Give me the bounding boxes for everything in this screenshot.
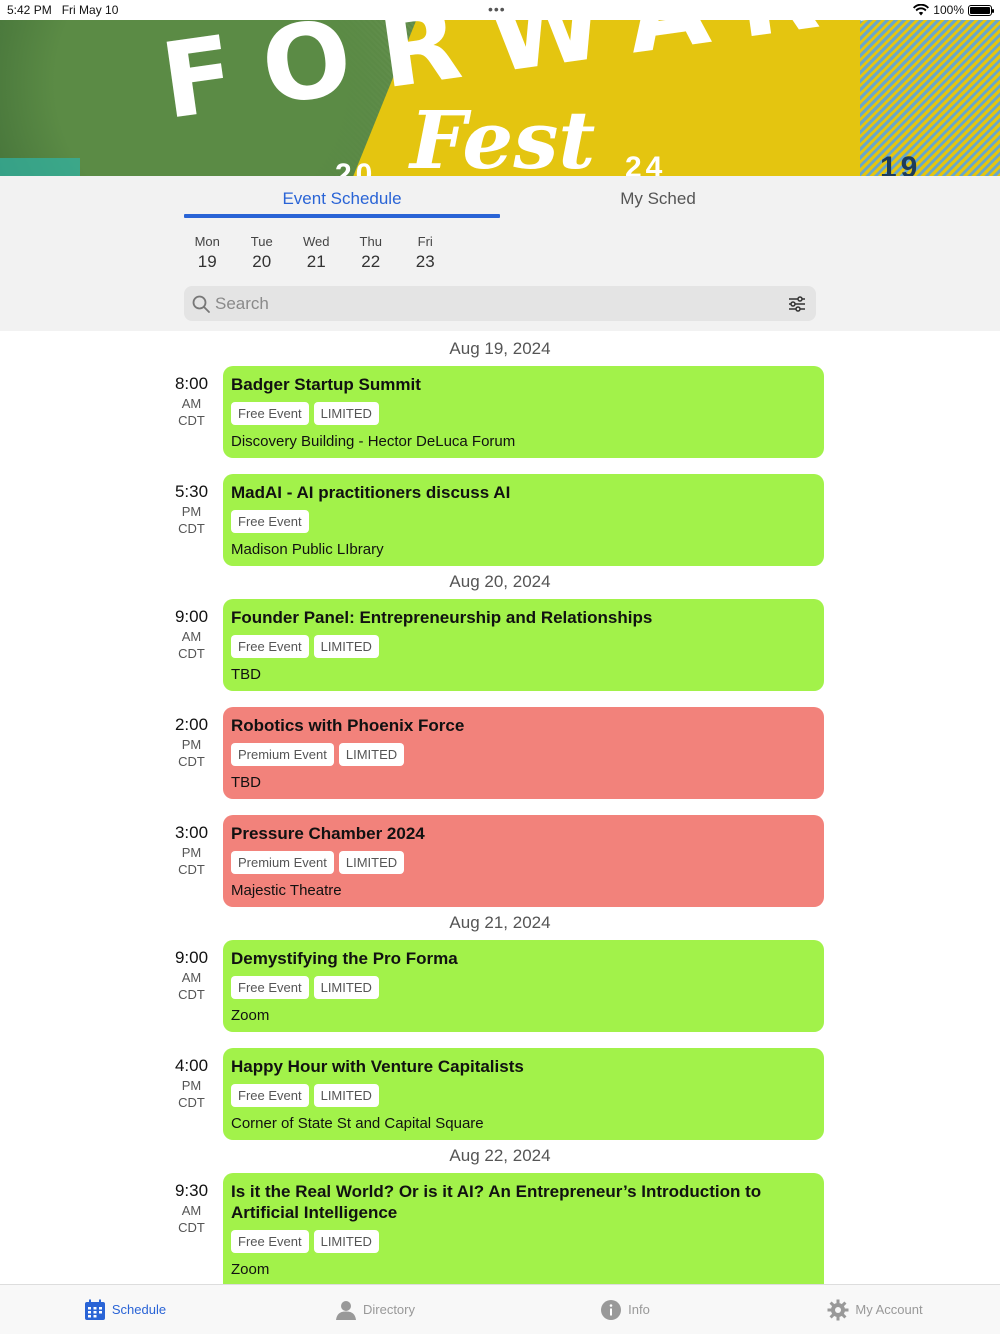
event-row: 5:30 PM CDT MadAI - AI practitioners dis… xyxy=(0,474,1000,582)
banner-year-right: 24 xyxy=(625,151,667,177)
search-icon xyxy=(192,295,210,313)
event-row: 2:00 PM CDT Robotics with Phoenix Force … xyxy=(0,707,1000,815)
info-icon xyxy=(601,1299,622,1320)
banner-year-left: 20 xyxy=(335,158,377,177)
event-time: 8:00 AM CDT xyxy=(174,374,209,428)
event-card[interactable]: Pressure Chamber 2024 Premium Event LIMI… xyxy=(223,815,824,907)
tabbar-label: My Account xyxy=(855,1302,923,1317)
event-time: 9:00 AM CDT xyxy=(174,607,209,661)
banner-fest: Fest xyxy=(410,93,596,176)
event-location: Majestic Theatre xyxy=(231,882,342,899)
event-row: 3:00 PM CDT Pressure Chamber 2024 Premiu… xyxy=(0,815,1000,923)
event-location: Corner of State St and Capital Square xyxy=(231,1115,484,1132)
event-location: Discovery Building - Hector DeLuca Forum xyxy=(231,433,516,450)
event-card[interactable]: Happy Hour with Venture Capitalists Free… xyxy=(223,1048,824,1140)
event-tag: LIMITED xyxy=(313,635,379,658)
event-title: Demystifying the Pro Forma xyxy=(231,949,458,968)
event-tag: LIMITED xyxy=(338,743,405,766)
event-location: Zoom xyxy=(231,1007,270,1024)
day-fri[interactable]: Fri 23 xyxy=(398,234,453,272)
event-location: Madison Public LIbrary xyxy=(231,541,384,558)
event-tag: Free Event xyxy=(231,1230,309,1253)
tabbar-label: Directory xyxy=(362,1302,415,1317)
event-row: 9:00 AM CDT Founder Panel: Entrepreneurs… xyxy=(0,599,1000,707)
schedule-list[interactable]: Aug 19, 2024 8:00 AM CDT Badger Startup … xyxy=(0,331,1000,1284)
event-time: 9:00 AM CDT xyxy=(174,948,209,1002)
event-tag: Premium Event xyxy=(231,743,334,766)
event-time: 2:00 PM CDT xyxy=(174,715,209,769)
banner-number: 19 xyxy=(880,151,922,177)
event-card[interactable]: Badger Startup Summit Free Event LIMITED… xyxy=(223,366,824,458)
event-card[interactable]: Robotics with Phoenix Force Premium Even… xyxy=(223,707,824,799)
day-wed[interactable]: Wed 21 xyxy=(289,234,344,272)
event-tag: Free Event xyxy=(231,1084,309,1107)
tabbar-directory[interactable]: Directory xyxy=(250,1285,500,1334)
event-tag: LIMITED xyxy=(313,402,379,425)
battery-percent: 100% xyxy=(933,3,964,17)
person-icon xyxy=(335,1300,356,1320)
event-tag: Free Event xyxy=(231,510,309,533)
filter-icon[interactable] xyxy=(786,293,808,315)
calendar-icon xyxy=(84,1299,105,1320)
event-title: MadAI - AI practitioners discuss AI xyxy=(231,483,511,502)
event-title: Is it the Real World? Or is it AI? An En… xyxy=(231,1182,762,1222)
active-tab-indicator xyxy=(184,214,500,218)
search-input[interactable] xyxy=(215,293,786,314)
event-row: 8:00 AM CDT Badger Startup Summit Free E… xyxy=(0,366,1000,474)
event-row: 9:30 AM CDT Is it the Real World? Or is … xyxy=(0,1173,1000,1284)
schedule-header: Event Schedule My Sched Mon 19 Tue 20 Wed 2… xyxy=(0,176,1000,331)
tabbar-my-account[interactable]: My Account xyxy=(750,1285,1000,1334)
event-tag: Free Event xyxy=(231,402,309,425)
tabbar-schedule[interactable]: Schedule xyxy=(0,1285,250,1334)
event-time: 3:00 PM CDT xyxy=(174,823,209,877)
event-time: 9:30 AM CDT xyxy=(174,1181,209,1235)
event-tag: Free Event xyxy=(231,635,309,658)
bottom-tab-bar: Schedule Directory Info My Account xyxy=(0,1284,1000,1334)
event-card[interactable]: MadAI - AI practitioners discuss AI Free… xyxy=(223,474,824,566)
event-tag: Free Event xyxy=(231,976,309,999)
event-row: 4:00 PM CDT Happy Hour with Venture Capi… xyxy=(0,1048,1000,1156)
gear-icon xyxy=(827,1299,849,1320)
event-tag: LIMITED xyxy=(313,1230,379,1253)
event-location: Zoom xyxy=(231,1261,270,1278)
event-location: TBD xyxy=(231,666,261,683)
battery-icon xyxy=(968,4,994,16)
day-thu[interactable]: Thu 22 xyxy=(344,234,399,272)
event-time: 5:30 PM CDT xyxy=(174,482,209,536)
search-bar xyxy=(184,286,816,321)
event-tag: LIMITED xyxy=(338,851,405,874)
event-title: Pressure Chamber 2024 xyxy=(231,824,425,843)
event-tag: LIMITED xyxy=(313,1084,379,1107)
multitasking-dots-icon[interactable]: ••• xyxy=(488,2,506,16)
event-location: TBD xyxy=(231,774,261,791)
event-title: Founder Panel: Entrepreneurship and Rela… xyxy=(231,608,653,627)
event-time: 4:00 PM CDT xyxy=(174,1056,209,1110)
day-mon[interactable]: Mon 19 xyxy=(180,234,235,272)
day-tue[interactable]: Tue 20 xyxy=(235,234,290,272)
status-time: 5:42 PM Fri May 10 xyxy=(7,3,119,17)
wifi-icon xyxy=(913,4,930,16)
event-card[interactable]: Is it the Real World? Or is it AI? An En… xyxy=(223,1173,824,1284)
status-bar: 5:42 PM Fri May 10 ••• 100% xyxy=(0,0,1000,20)
event-tag: LIMITED xyxy=(313,976,379,999)
event-title: Robotics with Phoenix Force xyxy=(231,716,465,735)
status-right: 100% xyxy=(913,3,994,17)
event-card[interactable]: Founder Panel: Entrepreneurship and Rela… xyxy=(223,599,824,691)
tabbar-label: Info xyxy=(628,1302,650,1317)
date-header: Aug 19, 2024 xyxy=(449,339,551,358)
event-row: 9:00 AM CDT Demystifying the Pro Forma F… xyxy=(0,940,1000,1048)
event-title: Happy Hour with Venture Capitalists xyxy=(231,1057,524,1076)
event-title: Badger Startup Summit xyxy=(231,375,421,394)
event-banner: FORWARD Fest 20 24 19 xyxy=(0,20,1000,176)
tabbar-label: Schedule xyxy=(111,1302,167,1317)
tab-my-sched[interactable]: My Sched xyxy=(500,176,816,220)
event-tag: Premium Event xyxy=(231,851,334,874)
event-card[interactable]: Demystifying the Pro Forma Free Event LI… xyxy=(223,940,824,1032)
day-picker: Mon 19 Tue 20 Wed 21 Thu 22 Fri 23 xyxy=(180,234,453,272)
tabbar-info[interactable]: Info xyxy=(500,1285,750,1334)
